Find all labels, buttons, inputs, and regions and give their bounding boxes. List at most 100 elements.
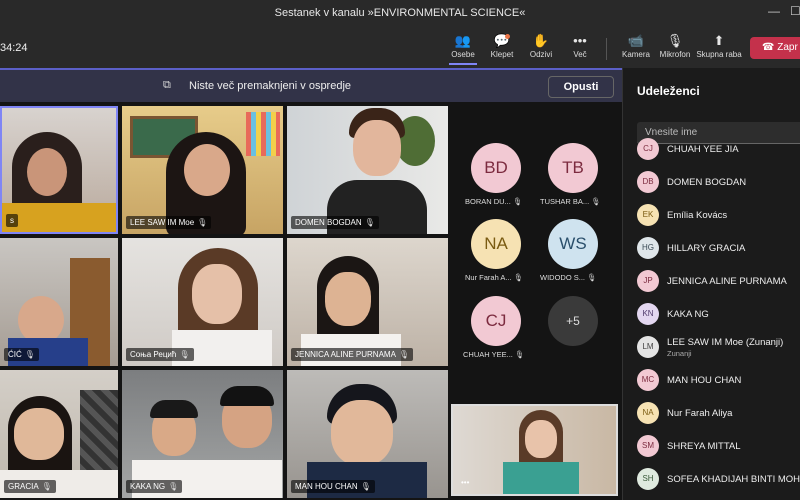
avatar[interactable]: TB: [548, 143, 598, 193]
spotlight-icon: ⧉: [163, 79, 171, 91]
participant-name: Emília Kovács: [667, 210, 728, 221]
list-item[interactable]: SH SOFEA KHADIJAH BINTI MOHD: [637, 468, 800, 498]
mic-muted-icon: 🎙: [587, 273, 597, 282]
video-tile[interactable]: DOMEN BOGDAN 🎙: [287, 106, 448, 234]
spotlight-notice: ⧉ Niste več premaknjeni v ospredje Opust…: [0, 68, 622, 102]
reaction-icon: ✋: [532, 33, 550, 48]
list-item[interactable]: MC MAN HOU CHAN: [637, 369, 800, 399]
participant-name: DOMEN BOGDAN: [667, 177, 747, 188]
window-title: Sestanek v kanalu »ENVIRONMENTAL SCIENCE…: [274, 7, 526, 19]
self-view-more-icon[interactable]: •••: [457, 476, 473, 489]
camera-label: Kamera: [621, 50, 650, 59]
list-item[interactable]: HG HILLARY GRACIA: [637, 237, 800, 267]
list-item[interactable]: LM LEE SAW IM Moe (Zunanji) Zunanji: [637, 336, 800, 366]
avatar[interactable]: NA: [471, 219, 521, 269]
video-tile[interactable]: KAKA NG 🎙: [122, 370, 283, 498]
participant-name: CHUAH YEE JIA: [667, 144, 739, 155]
mic-muted-icon: 🎙: [666, 33, 684, 48]
participant-name: Соња Рецић 🎙: [126, 348, 194, 361]
participants-panel: Udeleženci Vnesite ime CJ CHUAH YEE JIA …: [622, 68, 800, 500]
title-bar: Sestanek v kanalu »ENVIRONMENTAL SCIENCE…: [0, 0, 800, 28]
avatar: HG: [637, 237, 659, 259]
audio-participant-name: Nur Farah A... 🎙: [465, 273, 524, 282]
avatar[interactable]: BD: [471, 143, 521, 193]
video-tile[interactable]: JENNICA ALINE PURNAMA 🎙: [287, 238, 448, 366]
phone-icon: ☎: [762, 42, 778, 53]
chat-unread-dot: [505, 34, 510, 39]
video-tile[interactable]: Соња Рецић 🎙: [122, 238, 283, 366]
toolbar-divider: [606, 38, 607, 60]
participant-name: s: [6, 214, 18, 227]
mic-muted-icon: 🎙: [513, 273, 524, 282]
avatar[interactable]: CJ: [471, 296, 521, 346]
dismiss-button[interactable]: Opusti: [548, 76, 614, 98]
participant-name: SHREYA MITTAL: [667, 441, 741, 452]
people-label: Osebe: [451, 50, 475, 59]
avatar: CJ: [637, 138, 659, 160]
list-item[interactable]: KN KAKA NG: [637, 303, 800, 333]
list-item[interactable]: SM SHREYA MITTAL: [637, 435, 800, 465]
avatar: SM: [637, 435, 659, 457]
chat-icon: 💬: [493, 33, 511, 48]
participant-name: MAN HOU CHAN: [667, 375, 742, 386]
meeting-timer: 34:24: [0, 42, 28, 54]
chat-button[interactable]: 💬 Klepet: [480, 32, 524, 59]
participant-name: JENNICA ALINE PURNAMA: [667, 276, 787, 287]
chat-label: Klepet: [490, 50, 514, 59]
camera-icon: 📹: [627, 33, 645, 48]
avatar: MC: [637, 369, 659, 391]
mic-muted-icon: 🎙: [168, 482, 179, 491]
video-tile[interactable]: s: [0, 106, 118, 234]
list-item[interactable]: NA Nur Farah Aliya: [637, 402, 800, 432]
more-participants-button[interactable]: +5: [548, 296, 598, 346]
leave-button[interactable]: ☎ Zapr: [750, 37, 800, 59]
video-stage: s LEE SAW IM Moe 🎙 DOMEN BOGDAN 🎙 ĆIĆ 🎙 Соњ…: [0, 102, 622, 500]
video-tile[interactable]: GRACIA 🎙: [0, 370, 118, 498]
list-item[interactable]: CJ CHUAH YEE JIA: [637, 138, 800, 168]
mic-muted-icon: 🎙: [41, 482, 52, 491]
share-button[interactable]: ⬆ Skupna raba: [696, 32, 742, 59]
mic-muted-icon: 🎙: [197, 218, 208, 227]
participant-name: DOMEN BOGDAN 🎙: [291, 216, 379, 229]
mic-muted-icon: 🎙: [398, 350, 410, 359]
share-label: Skupna raba: [696, 50, 742, 59]
video-tile[interactable]: MAN HOU CHAN 🎙: [287, 370, 448, 498]
avatar: KN: [637, 303, 659, 325]
mic-muted-icon: 🎙: [512, 197, 523, 206]
people-button[interactable]: 👥 Osebe: [441, 32, 485, 65]
video-tile[interactable]: LEE SAW IM Moe 🎙: [122, 106, 283, 234]
avatar[interactable]: WS: [548, 219, 598, 269]
reactions-button[interactable]: ✋ Odzivi: [519, 32, 563, 59]
list-item[interactable]: DB DOMEN BOGDAN: [637, 171, 800, 201]
participant-name: JENNICA ALINE PURNAMA 🎙: [291, 348, 414, 361]
mic-muted-icon: 🎙: [179, 350, 190, 359]
leave-label: Zapr: [777, 42, 798, 53]
mic-button[interactable]: 🎙 Mikrofon: [653, 32, 697, 59]
camera-button[interactable]: 📹 Kamera: [614, 32, 658, 59]
avatar: NA: [637, 402, 659, 424]
video-tile[interactable]: ĆIĆ 🎙: [0, 238, 118, 366]
mic-muted-icon: 🎙: [24, 350, 35, 359]
list-item[interactable]: JP JENNICA ALINE PURNAMA: [637, 270, 800, 300]
mic-muted-icon: 🎙: [360, 482, 371, 491]
more-button[interactable]: ••• Več: [558, 32, 602, 59]
people-icon: 👥: [454, 33, 472, 48]
audio-participant-name: WIDODO S... 🎙: [540, 273, 597, 282]
self-view[interactable]: •••: [451, 404, 618, 496]
audio-participant-name: TUSHAR BA... 🎙: [540, 197, 601, 206]
list-item[interactable]: EK Emília Kovács: [637, 204, 800, 234]
avatar: DB: [637, 171, 659, 193]
participant-name: SOFEA KHADIJAH BINTI MOHD: [667, 474, 800, 485]
participant-name: KAKA NG 🎙: [126, 480, 183, 493]
avatar: SH: [637, 468, 659, 490]
share-icon: ⬆: [713, 33, 725, 48]
notice-text: Niste več premaknjeni v ospredje: [189, 80, 352, 92]
participant-name: ĆIĆ 🎙: [4, 348, 39, 361]
mic-label: Mikrofon: [659, 50, 691, 59]
mic-muted-icon: 🎙: [514, 350, 525, 359]
minimize-button[interactable]: —: [768, 4, 780, 18]
maximize-button[interactable]: ☐: [790, 4, 800, 18]
participant-name: KAKA NG: [667, 309, 709, 320]
avatar: JP: [637, 270, 659, 292]
participant-name: Nur Farah Aliya: [667, 408, 733, 419]
